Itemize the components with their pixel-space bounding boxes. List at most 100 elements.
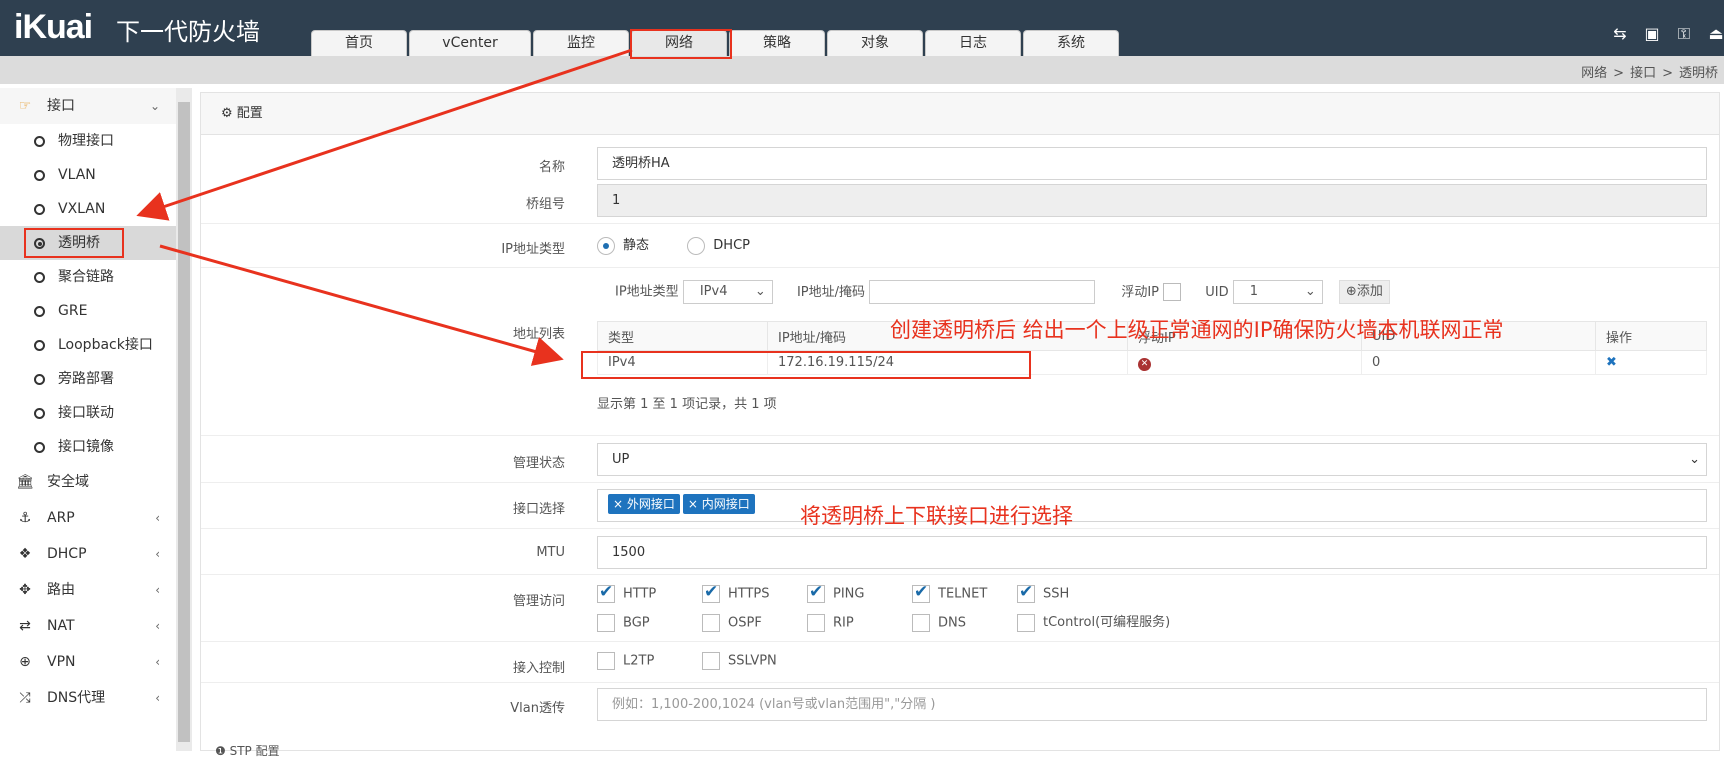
tab-home[interactable]: 首页 [311,30,407,56]
remove-icon: × [613,497,624,511]
access-control-label: 接入控制 [512,661,565,676]
floating-ip-checkbox[interactable] [1163,283,1182,301]
addr-ipmask-input[interactable] [869,280,1096,304]
chevron-left-icon: ‹ [155,583,160,597]
mgmt-access-label: 管理访问 [512,594,565,609]
sidebar-item-vxlan[interactable]: VXLAN [0,192,176,226]
vlan-passthrough-input[interactable]: 例如：1,100-200,1024 (vlan号或vlan范围用","分隔 ) [597,688,1707,721]
sidebar-scrollbar[interactable] [176,88,192,751]
iface-select-input[interactable]: × 外网接口 × 内网接口 [597,489,1707,522]
mgmt-bgp-checkbox[interactable]: BGP [597,613,702,632]
mgmt-http-checkbox[interactable]: HTTP [597,582,702,603]
mgmt-dns-checkbox[interactable]: DNS [912,613,1017,632]
add-button[interactable]: ⊕添加 [1338,280,1390,304]
tab-vcenter[interactable]: vCenter [409,30,531,56]
chevron-down-icon: ⌄ [1304,284,1316,299]
highlight-bridge-item [24,228,124,258]
name-label: 名称 [538,160,565,175]
dhcp-icon: ❖ [18,546,32,562]
chevron-down-icon: ⌄ [149,99,160,113]
mtu-input[interactable]: 1500 [597,536,1707,569]
mgmt-ospf-checkbox[interactable]: OSPF [702,613,807,632]
tab-log[interactable]: 日志 [925,30,1021,56]
chevron-left-icon: ‹ [155,619,160,633]
sidebar-item-mirror[interactable]: 接口镜像 [0,430,176,464]
top-bar: iKuai 下一代防火墙 首页 vCenter 监控 网络 策略 对象 日志 系… [0,0,1724,56]
sidebar-group-interface[interactable]: ☞ 接口 ⌄ [0,88,176,124]
name-input[interactable]: 透明桥HA [597,147,1707,180]
mgmt-https-checkbox[interactable]: HTTPS [702,582,807,603]
ip-type-static-radio[interactable]: 静态 [597,236,649,255]
gear-icon: ⚙ [221,106,233,121]
sidebar: ☞ 接口 ⌄ 物理接口 VLAN VXLAN 透明桥 聚合链路 GRE Loop… [0,88,176,751]
sidebar-item-loopback[interactable]: Loopback接口 [0,328,176,362]
admin-state-label: 管理状态 [512,456,565,471]
iface-tag-lan[interactable]: × 内网接口 [682,494,755,514]
ip-type-label: IP地址类型 [501,242,565,257]
logout-icon[interactable]: ⏏ [1708,24,1724,44]
uid-select[interactable]: 1 ⌄ [1232,280,1323,304]
panel-header: ⚙ 配置 [201,93,1719,135]
chevron-left-icon: ‹ [155,547,160,561]
tab-monitor[interactable]: 监控 [533,30,629,56]
access-sslvpn-checkbox[interactable]: SSLVPN [702,652,807,670]
breadcrumb-interface[interactable]: 接口 [1630,66,1656,81]
key-icon[interactable]: ⚿ [1676,24,1692,44]
plus-circle-icon: ⊕ [1345,284,1357,299]
mgmt-telnet-checkbox[interactable]: TELNET [912,582,1017,603]
sidebar-group-route[interactable]: ✥ 路由 ‹ [0,572,176,608]
iface-tag-wan[interactable]: × 外网接口 [608,494,680,514]
bank-icon: 🏛 [16,474,34,490]
shuffle-icon: ⤮ [19,690,31,706]
vlan-passthrough-label: Vlan透传 [510,701,565,716]
sidebar-group-dns[interactable]: ⤮ DNS代理 ‹ [0,680,176,716]
translate-icon[interactable]: ⇆ [1612,24,1628,44]
breadcrumb-current: 透明桥 [1678,66,1718,81]
access-l2tp-checkbox[interactable]: L2TP [597,652,702,670]
arp-icon: ⚓ [18,510,32,526]
col-action: 操作 [1595,321,1707,351]
ip-type-dhcp-radio[interactable]: DHCP [687,236,750,255]
remove-icon: × [687,497,698,511]
annotation-interface-note: 将透明桥上下联接口进行选择 [800,504,1073,528]
breadcrumb-bar: 网络 > 接口 > 透明桥 [0,56,1724,84]
route-icon: ✥ [19,582,31,598]
addr-list-label: 地址列表 [512,327,565,342]
sidebar-item-linkage[interactable]: 接口联动 [0,396,176,430]
sidebar-group-dhcp[interactable]: ❖ DHCP ‹ [0,536,176,572]
breadcrumb-network[interactable]: 网络 [1581,66,1607,81]
sidebar-group-zone[interactable]: 🏛 安全域 [0,464,176,500]
sidebar-item-aggregation[interactable]: 聚合链路 [0,260,176,294]
mgmt-tcontrol-checkbox[interactable]: tControl(可编程服务) [1017,611,1217,632]
sidebar-item-gre[interactable]: GRE [0,294,176,328]
sidebar-group-nat[interactable]: ⇄ NAT ‹ [0,608,176,644]
tab-policy[interactable]: 策略 [729,30,825,56]
sidebar-item-bypass[interactable]: 旁路部署 [0,362,176,396]
chevron-left-icon: ‹ [155,691,160,705]
vpn-icon: ⊕ [19,654,31,670]
sidebar-item-physical[interactable]: 物理接口 [0,124,176,158]
mgmt-rip-checkbox[interactable]: RIP [807,613,912,632]
sidebar-item-vlan[interactable]: VLAN [0,158,176,192]
admin-state-select[interactable]: UP ⌄ [597,443,1707,476]
logo: iKuai [14,8,93,46]
tab-object[interactable]: 对象 [827,30,923,56]
sidebar-group-vpn[interactable]: ⊕ VPN ‹ [0,644,176,680]
mgmt-ping-checkbox[interactable]: PING [807,582,912,603]
addr-iptype-select[interactable]: IPv4 ⌄ [682,280,773,304]
annotation-address-note: 创建透明桥后 给出一个上级正常通网的IP确保防火墙本机联网正常 [890,318,1504,342]
floating-ip-label: 浮动IP [1121,284,1159,300]
bridge-group-label: 桥组号 [525,197,565,212]
sidebar-group-arp[interactable]: ⚓ ARP ‹ [0,500,176,536]
addr-ipmask-label: IP地址/掩码 [796,284,866,300]
config-panel: ⚙ 配置 名称 透明桥HA 桥组号 1 IP地址类型 静态 DHCP IP地址类… [200,92,1720,758]
chevron-down-icon: ⌄ [1689,452,1700,467]
panel-title: 配置 [236,106,263,121]
addr-iptype-label: IP地址类型 [615,284,679,300]
nat-icon: ⇄ [19,618,31,634]
save-icon[interactable]: ▣ [1644,24,1660,44]
info-icon: ❶ [215,744,226,758]
delete-icon[interactable]: ✖ [1606,355,1617,370]
mgmt-ssh-checkbox[interactable]: SSH [1017,582,1177,603]
tab-system[interactable]: 系统 [1023,30,1119,56]
